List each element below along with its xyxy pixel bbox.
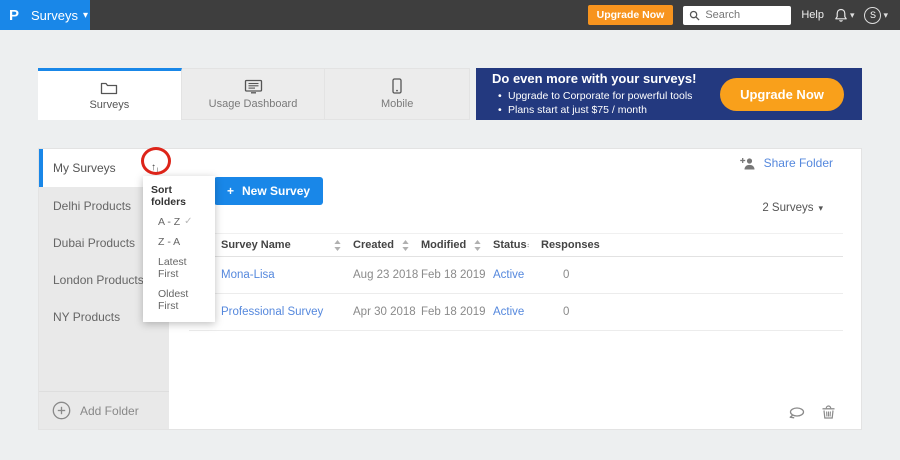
banner-bullet-text: Plans start at just $75 / month bbox=[508, 104, 647, 116]
status-badge: Active bbox=[493, 269, 525, 281]
created-cell: Apr 30 2018 bbox=[353, 306, 416, 318]
share-folder-link[interactable]: Share Folder bbox=[739, 156, 833, 170]
share-folder-label: Share Folder bbox=[763, 156, 833, 170]
column-sort-icon[interactable] bbox=[334, 239, 341, 251]
survey-count-label: 2 Surveys bbox=[762, 202, 814, 214]
responses-cell: 0 bbox=[563, 306, 570, 318]
survey-name-link[interactable]: Mona-Lisa bbox=[221, 269, 275, 281]
app-logo[interactable]: P bbox=[9, 7, 19, 24]
app-switcher-menu[interactable]: Surveys ▾ bbox=[31, 8, 88, 23]
sidebar-item-label: My Surveys bbox=[53, 161, 116, 175]
table-header-row: Survey Name Created Modified Status Resp… bbox=[189, 233, 843, 257]
created-cell: Aug 23 2018 bbox=[353, 269, 419, 281]
column-header-modified[interactable]: Modified bbox=[421, 239, 493, 251]
sort-option-oldest-first[interactable]: Oldest First bbox=[151, 288, 207, 312]
sort-option-a-z[interactable]: A - Z ✓ bbox=[151, 216, 207, 228]
surveys-table: Survey Name Created Modified Status Resp… bbox=[189, 233, 843, 331]
banner-bullet-text: Upgrade to Corporate for powerful tools bbox=[508, 90, 693, 102]
search-box bbox=[683, 5, 792, 25]
column-header-survey-name[interactable]: Survey Name bbox=[221, 239, 353, 251]
help-link[interactable]: Help bbox=[801, 9, 824, 21]
column-sort-icon[interactable] bbox=[474, 239, 481, 251]
account-menu[interactable]: S ▾ bbox=[864, 6, 888, 24]
chevron-down-icon: ▾ bbox=[818, 202, 823, 213]
bell-icon bbox=[835, 8, 847, 22]
sort-option-z-a[interactable]: Z - A bbox=[151, 236, 207, 248]
survey-name-link[interactable]: Professional Survey bbox=[221, 306, 323, 318]
responses-cell: 0 bbox=[563, 269, 570, 281]
plus-circle-icon bbox=[52, 401, 71, 420]
sidebar-item-label: Delhi Products bbox=[53, 198, 132, 213]
check-icon: ✓ bbox=[184, 216, 193, 227]
new-survey-label: New Survey bbox=[242, 184, 311, 198]
folder-icon bbox=[100, 80, 118, 95]
sort-folders-icon[interactable]: ↑↓ bbox=[151, 163, 161, 176]
chevron-down-icon: ▾ bbox=[849, 9, 855, 20]
banner-text: Do even more with your surveys! • Upgrad… bbox=[492, 71, 696, 117]
upgrade-now-button[interactable]: Upgrade Now bbox=[587, 5, 674, 25]
tab-mobile[interactable]: Mobile bbox=[325, 69, 469, 119]
tab-label: Usage Dashboard bbox=[208, 97, 298, 110]
restore-icon[interactable] bbox=[788, 406, 806, 419]
topbar-right: Upgrade Now Help ▾ S ▾ bbox=[587, 5, 900, 25]
app-switcher-label: Surveys bbox=[31, 7, 78, 23]
sidebar-item-label: Dubai Products bbox=[53, 235, 136, 250]
search-input[interactable] bbox=[705, 9, 786, 21]
notifications-menu[interactable]: ▾ bbox=[834, 8, 855, 23]
bullet-icon: • bbox=[498, 90, 502, 102]
survey-count-dropdown[interactable]: 2 Surveys ▾ bbox=[762, 202, 823, 214]
add-folder-button[interactable]: Add Folder bbox=[39, 391, 169, 429]
trash-icon[interactable] bbox=[821, 405, 836, 420]
sort-folders-menu: Sort folders A - Z ✓ Z - A Latest First … bbox=[143, 176, 215, 322]
sort-option-latest-first[interactable]: Latest First bbox=[151, 256, 207, 280]
column-header-responses[interactable]: Responses bbox=[541, 239, 600, 251]
modified-cell: Feb 18 2019 bbox=[421, 306, 486, 318]
banner-bullet: • Upgrade to Corporate for powerful tool… bbox=[492, 89, 696, 103]
tab-usage-dashboard[interactable]: Usage Dashboard bbox=[182, 69, 326, 119]
tab-label: Mobile bbox=[380, 98, 414, 110]
column-sort-icon[interactable] bbox=[526, 240, 529, 251]
survey-list-area: Share Folder + New Survey 2 Surveys ▾ Su… bbox=[169, 149, 861, 429]
tab-bar: Surveys Usage Dashboard Mobile bbox=[38, 68, 470, 120]
new-survey-button[interactable]: + New Survey bbox=[214, 177, 324, 205]
banner-title: Do even more with your surveys! bbox=[492, 71, 697, 86]
share-person-icon bbox=[739, 157, 755, 169]
page: P Surveys ▾ Upgrade Now Help ▾ S ▾ bbox=[0, 0, 900, 460]
promo-banner: Do even more with your surveys! • Upgrad… bbox=[476, 68, 862, 120]
chevron-down-icon: ▾ bbox=[82, 9, 89, 21]
tab-label: Surveys bbox=[89, 99, 130, 111]
column-header-status[interactable]: Status bbox=[493, 239, 541, 251]
content: Surveys Usage Dashboard Mobile Do even m… bbox=[0, 30, 900, 430]
list-actions bbox=[788, 405, 836, 420]
chevron-down-icon: ▾ bbox=[883, 9, 888, 20]
topbar: P Surveys ▾ Upgrade Now Help ▾ S ▾ bbox=[0, 0, 900, 30]
column-sort-icon[interactable] bbox=[402, 239, 409, 251]
sidebar-item-label: NY Products bbox=[53, 309, 121, 324]
modified-cell: Feb 18 2019 bbox=[421, 269, 486, 281]
bullet-icon: • bbox=[498, 104, 502, 116]
table-row: Professional Survey Apr 30 2018 Feb 18 2… bbox=[189, 294, 843, 331]
tab-surveys[interactable]: Surveys bbox=[38, 68, 182, 120]
sidebar-item-label: London Products bbox=[53, 272, 144, 287]
plus-icon: + bbox=[227, 184, 235, 198]
search-icon bbox=[690, 10, 700, 21]
column-header-created[interactable]: Created bbox=[353, 239, 421, 251]
sort-menu-title: Sort folders bbox=[151, 184, 187, 208]
table-row: Mona-Lisa Aug 23 2018 Feb 18 2019 Active… bbox=[189, 257, 843, 294]
add-folder-label: Add Folder bbox=[80, 403, 139, 418]
logo-block: P Surveys ▾ bbox=[0, 0, 90, 30]
avatar: S bbox=[864, 6, 882, 24]
mobile-icon bbox=[392, 78, 402, 94]
banner-upgrade-button[interactable]: Upgrade Now bbox=[720, 77, 844, 111]
status-badge: Active bbox=[493, 306, 525, 318]
dashboard-icon bbox=[244, 79, 263, 94]
top-row: Surveys Usage Dashboard Mobile Do even m… bbox=[38, 68, 862, 120]
banner-bullet: • Plans start at just $75 / month bbox=[492, 103, 696, 117]
